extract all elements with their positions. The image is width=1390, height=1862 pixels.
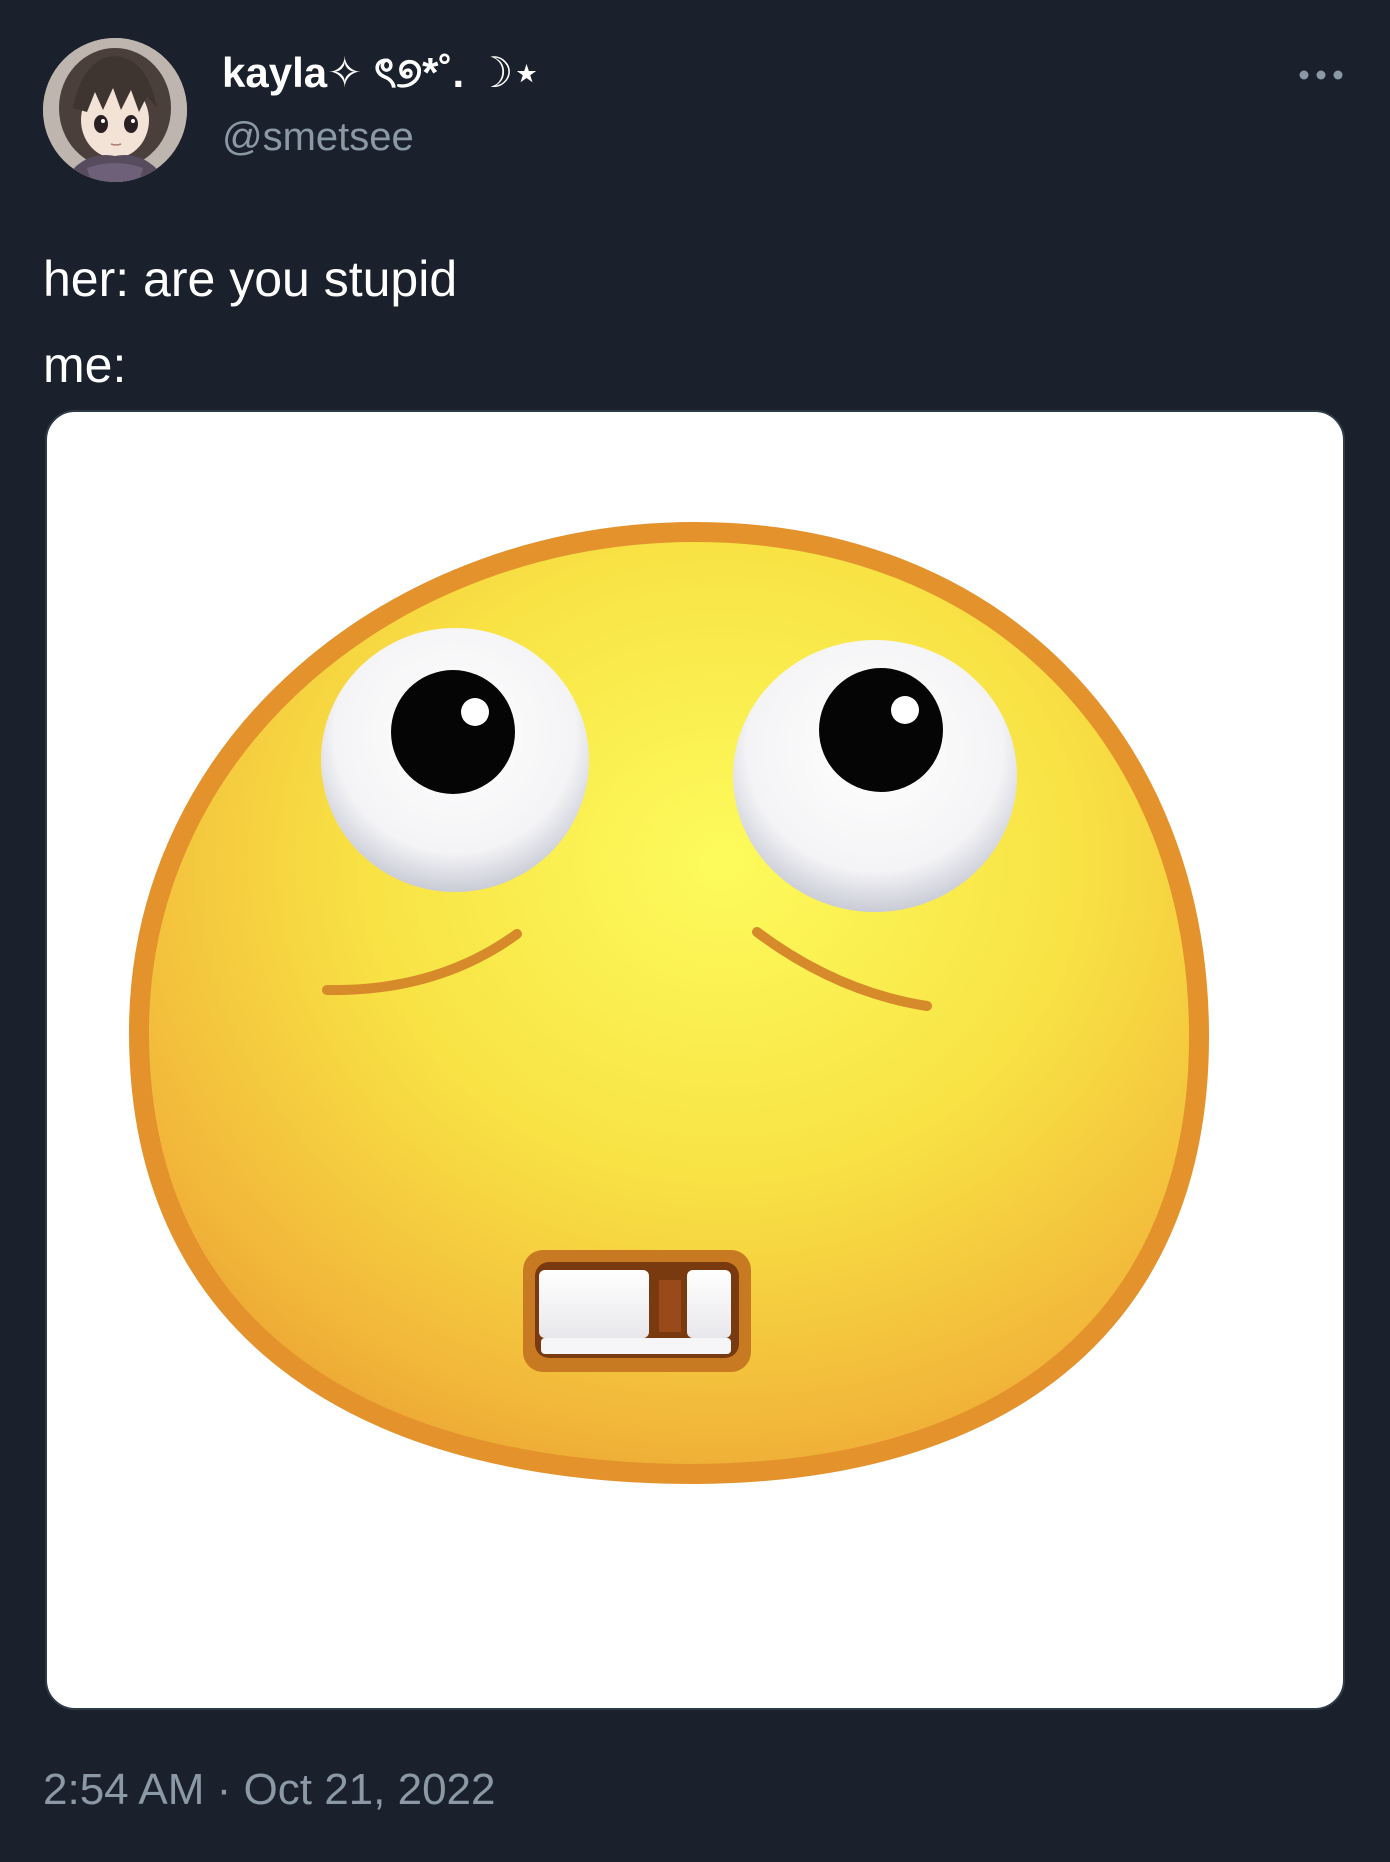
goofy-emoji-face-icon <box>128 521 1210 1485</box>
more-horizontal-icon[interactable] <box>1296 60 1346 90</box>
tweet-media-image[interactable] <box>45 410 1345 1710</box>
anime-avatar-icon <box>43 38 187 182</box>
author-handle[interactable]: @smetsee <box>222 117 414 157</box>
tweet-container: kayla✧ ৎ୭*˚. ☽⋆ @smetsee her: are you st… <box>0 0 1390 1862</box>
avatar[interactable] <box>43 38 187 182</box>
tweet-timestamp[interactable]: 2:54 AM · Oct 21, 2022 <box>43 1768 495 1812</box>
tweet-text: her: are you stupid me: <box>43 251 458 393</box>
author-display-name[interactable]: kayla✧ ৎ୭*˚. ☽⋆ <box>222 52 540 94</box>
